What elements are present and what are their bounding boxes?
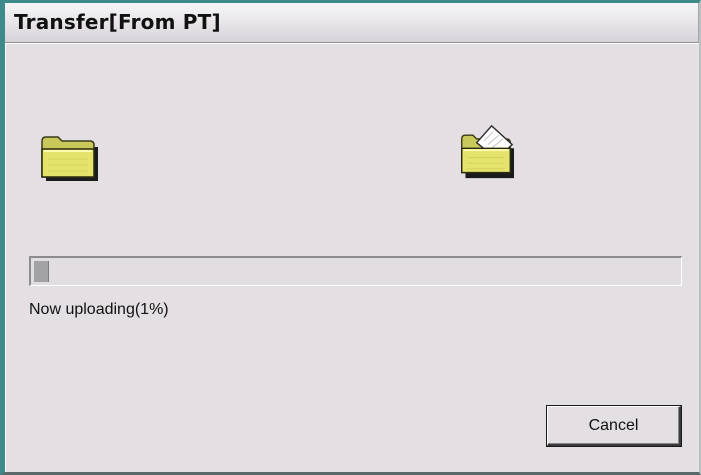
- folder-open-with-document-icon: [461, 124, 514, 179]
- progress-bar-fill: [34, 261, 49, 282]
- folder-closed-icon: [41, 136, 98, 181]
- dialog-content: Now uploading(1%) Cancel: [5, 43, 699, 472]
- transfer-dialog: Transfer[From PT] Now uploading(1%) Canc…: [0, 0, 701, 475]
- dialog-title: Transfer[From PT]: [14, 10, 221, 34]
- title-bar[interactable]: Transfer[From PT]: [5, 3, 699, 43]
- cancel-button[interactable]: Cancel: [547, 406, 681, 446]
- upload-progress-bar: [29, 256, 682, 286]
- upload-status-text: Now uploading(1%): [29, 301, 169, 318]
